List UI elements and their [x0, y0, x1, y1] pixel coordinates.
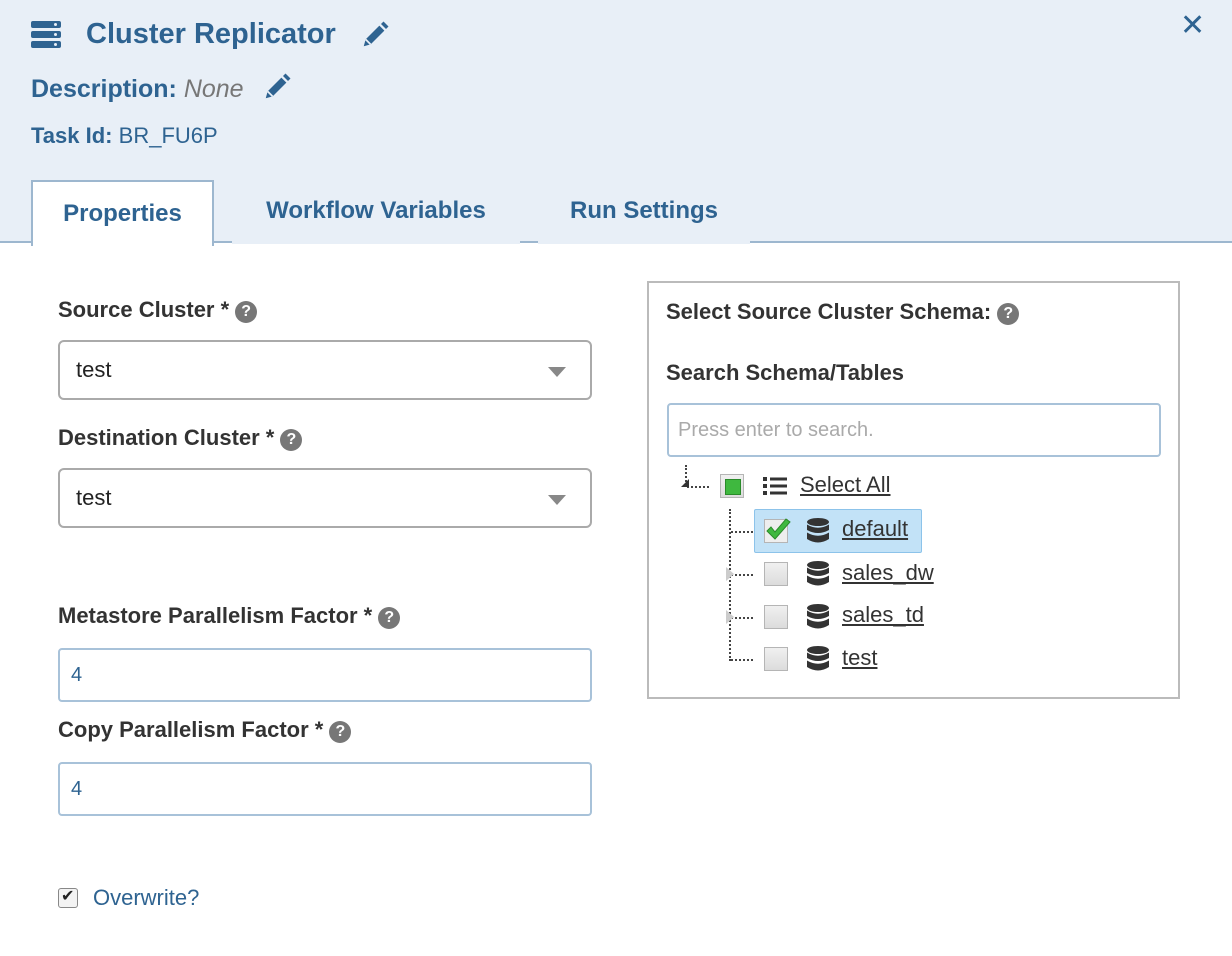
- tree-node-default[interactable]: default: [842, 516, 908, 542]
- sales-td-checkbox[interactable]: [764, 605, 788, 629]
- help-icon[interactable]: ?: [378, 607, 401, 629]
- metastore-parallelism-input[interactable]: 4: [58, 648, 592, 702]
- select-all-checkbox[interactable]: [720, 474, 744, 498]
- database-icon: [807, 604, 829, 629]
- database-icon: [807, 561, 829, 586]
- overwrite-checkbox[interactable]: [58, 886, 78, 908]
- tree-connector: [731, 574, 753, 576]
- expand-sales-dw-icon[interactable]: [726, 567, 734, 581]
- task-id-row: Task Id: BR_FU6P: [31, 123, 218, 149]
- dropdown-caret-icon: [548, 367, 566, 377]
- tab-properties[interactable]: Properties: [31, 180, 214, 246]
- tree-node-test[interactable]: test: [842, 645, 877, 671]
- description-value: None: [183, 75, 244, 103]
- description-label: Description:: [31, 75, 177, 103]
- select-all-link[interactable]: Select All: [800, 472, 891, 498]
- expand-sales-td-icon[interactable]: [726, 610, 734, 624]
- list-icon: [763, 477, 787, 495]
- destination-cluster-select[interactable]: test: [58, 468, 592, 528]
- help-icon[interactable]: ?: [235, 301, 258, 323]
- edit-title-pencil-icon[interactable]: [360, 20, 390, 50]
- dialog-title: Cluster Replicator: [86, 18, 336, 50]
- copy-parallelism-input[interactable]: 4: [58, 762, 592, 816]
- tab-run-settings[interactable]: Run Settings: [538, 180, 750, 244]
- edit-description-pencil-icon[interactable]: [262, 72, 292, 102]
- destination-cluster-label: Destination Cluster *?: [58, 425, 303, 451]
- tree-connector: [731, 617, 753, 619]
- task-id-label: Task Id:: [31, 123, 113, 148]
- server-icon: [31, 21, 61, 49]
- overwrite-option[interactable]: Overwrite?: [58, 885, 199, 911]
- tree-node-sales-td[interactable]: sales_td: [842, 602, 924, 628]
- dropdown-caret-icon: [548, 495, 566, 505]
- dialog-header: Cluster Replicator ✕ Description: None T…: [0, 0, 1232, 246]
- test-checkbox[interactable]: [764, 647, 788, 671]
- sales-dw-checkbox[interactable]: [764, 562, 788, 586]
- schema-tree: Select All default sales_dw sales_td tes…: [649, 283, 1178, 697]
- database-icon: [807, 518, 829, 543]
- source-cluster-value: test: [76, 357, 112, 382]
- default-checkbox[interactable]: [764, 518, 791, 543]
- help-icon[interactable]: ?: [280, 429, 303, 451]
- close-icon[interactable]: ✕: [1180, 8, 1205, 43]
- tab-workflow-variables[interactable]: Workflow Variables: [232, 180, 520, 244]
- schema-panel: Select Source Cluster Schema:? Search Sc…: [647, 281, 1180, 699]
- database-icon: [807, 646, 829, 671]
- task-id-value: BR_FU6P: [118, 123, 218, 148]
- source-cluster-select[interactable]: test: [58, 340, 592, 400]
- source-cluster-label: Source Cluster *?: [58, 297, 258, 323]
- tree-connector: [731, 531, 753, 533]
- copy-parallelism-label: Copy Parallelism Factor *?: [58, 717, 352, 743]
- tree-connector: [731, 659, 753, 661]
- tree-connector: [687, 486, 709, 488]
- tree-node-sales-dw[interactable]: sales_dw: [842, 560, 934, 586]
- destination-cluster-value: test: [76, 485, 112, 510]
- metastore-parallelism-label: Metastore Parallelism Factor *?: [58, 603, 401, 629]
- help-icon[interactable]: ?: [329, 721, 352, 743]
- overwrite-label: Overwrite?: [93, 885, 200, 910]
- root-expander-icon[interactable]: [681, 479, 689, 487]
- description-row: Description: None: [31, 75, 244, 104]
